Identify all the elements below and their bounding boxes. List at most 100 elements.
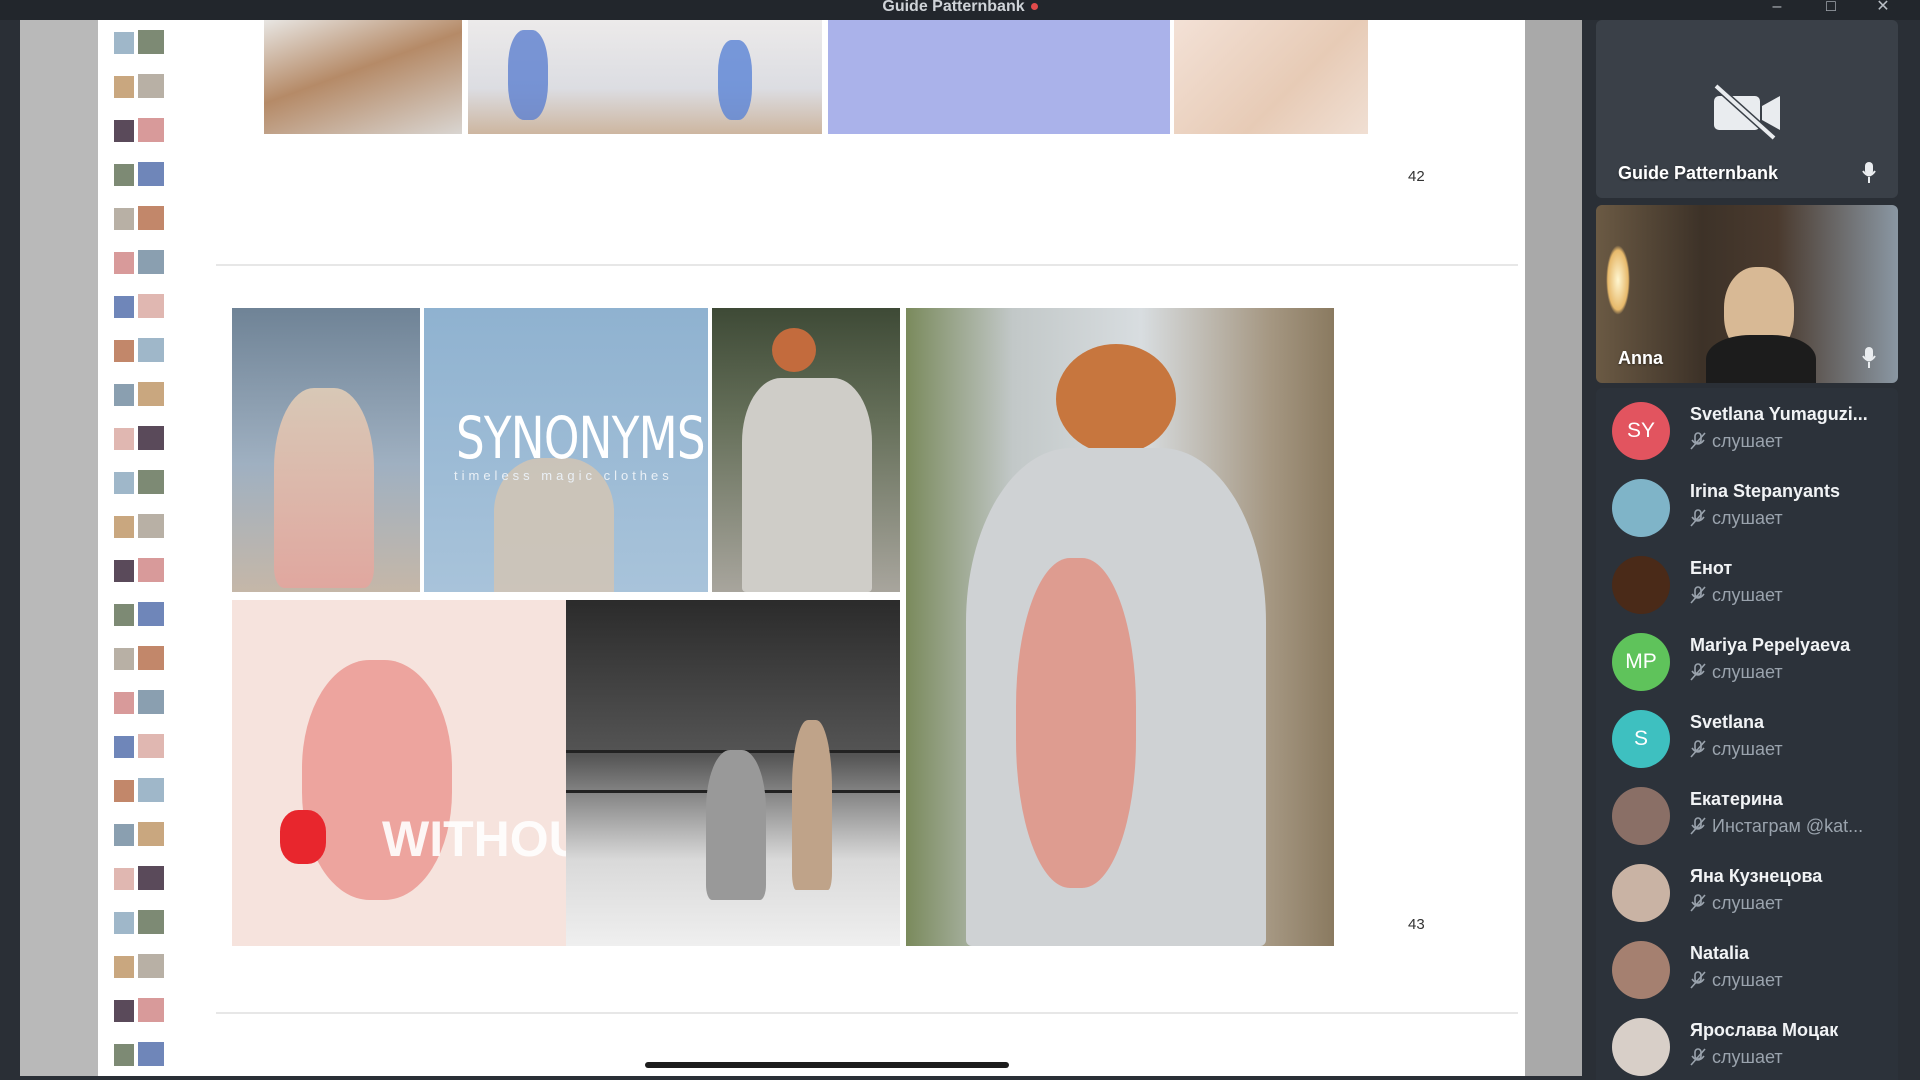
page-thumbnail[interactable]	[108, 996, 170, 1024]
page-thumbnail[interactable]	[108, 292, 170, 320]
thumbnail-preview	[138, 206, 164, 230]
avatar: MP	[1612, 633, 1670, 691]
microphone-muted-icon	[1690, 431, 1712, 451]
microphone-muted-icon	[1690, 508, 1712, 528]
video-tile-anna[interactable]: Anna	[1596, 205, 1898, 383]
page-thumbnail[interactable]	[108, 644, 170, 672]
thumbnail-preview	[138, 558, 164, 582]
thumbnail-preview	[114, 208, 134, 230]
thumbnail-preview	[114, 912, 134, 934]
document-view[interactable]: 42 SYNONYMS timeless magic clothes WITHO…	[190, 20, 1525, 1076]
page-thumbnail[interactable]	[108, 468, 170, 496]
page-thumbnail[interactable]	[108, 28, 170, 56]
page-thumbnail[interactable]	[108, 380, 170, 408]
page-thumbnail[interactable]	[108, 776, 170, 804]
page-thumbnail[interactable]	[108, 600, 170, 628]
page-thumbnail[interactable]	[108, 72, 170, 100]
thumbnail-preview	[114, 560, 134, 582]
thumbnail-preview	[138, 74, 164, 98]
participant-status: слушает	[1690, 508, 1890, 529]
page-thumbnail[interactable]	[108, 512, 170, 540]
thumbnail-preview	[114, 428, 134, 450]
page-thumbnail[interactable]	[108, 424, 170, 452]
page-thumbnail[interactable]	[108, 864, 170, 892]
participant-video-body	[1706, 335, 1816, 383]
thumbnail-preview	[138, 734, 164, 758]
participant-status-text: слушает	[1712, 508, 1783, 528]
synonyms-tagline: timeless magic clothes	[454, 468, 673, 483]
participant-row[interactable]: Ярослава Моцак слушает	[1596, 1004, 1898, 1080]
thumbnail-preview	[114, 76, 134, 98]
page-thumbnail[interactable]	[108, 1040, 170, 1068]
thumbnail-preview	[114, 692, 134, 714]
video-tile-name: Guide Patternbank	[1618, 163, 1779, 183]
avatar	[1612, 1018, 1670, 1076]
participant-row[interactable]: MP Mariya Pepelyaeva слушает	[1596, 619, 1898, 696]
window-title: Guide Patternbank	[882, 0, 1025, 15]
avatar	[1612, 787, 1670, 845]
microphone-icon	[1862, 347, 1876, 369]
avatar: SY	[1612, 402, 1670, 460]
thumbnail-preview	[114, 1000, 134, 1022]
collage-illustration-kangaroo: WITHOUT	[232, 600, 615, 946]
participant-row[interactable]: SY Svetlana Yumaguzi... слушает	[1596, 388, 1898, 465]
participant-row[interactable]: Natalia слушает	[1596, 927, 1898, 1004]
participant-name: Енот	[1690, 558, 1733, 578]
page-thumbnail[interactable]	[108, 160, 170, 188]
thumbnail-preview	[138, 30, 164, 54]
minimize-icon[interactable]: –	[1762, 0, 1792, 18]
thumbnail-preview	[138, 338, 164, 362]
thumbnail-preview	[114, 1044, 134, 1066]
participant-row[interactable]: Яна Кузнецова слушает	[1596, 850, 1898, 927]
thumbnail-preview	[138, 602, 164, 626]
microphone-muted-icon	[1690, 662, 1712, 682]
page-thumbnail[interactable]	[108, 336, 170, 364]
thumbnail-preview	[138, 998, 164, 1022]
thumbnail-preview	[138, 646, 164, 670]
synonyms-logo-text: SYNONYMS	[456, 404, 706, 472]
page-thumbnail[interactable]	[108, 248, 170, 276]
participant-status: слушает	[1690, 893, 1890, 914]
document-margin	[1525, 20, 1582, 1076]
participant-status: слушает	[1690, 1047, 1890, 1068]
page-thumbnail[interactable]	[108, 952, 170, 980]
close-icon[interactable]: ✕	[1868, 0, 1898, 18]
page-thumbnails-panel[interactable]	[98, 20, 190, 1076]
participant-status: слушает	[1690, 970, 1890, 991]
participant-status: слушает	[1690, 585, 1890, 606]
microphone-muted-icon	[1690, 893, 1712, 913]
collage-photo-model-large	[906, 308, 1334, 946]
participant-row[interactable]: Екатерина Инстаграм @kat...	[1596, 773, 1898, 850]
maximize-icon[interactable]: □	[1816, 0, 1846, 18]
microphone-muted-icon	[1690, 816, 1712, 836]
page-thumbnail[interactable]	[108, 908, 170, 936]
horizontal-scrollbar[interactable]	[645, 1062, 1009, 1068]
participant-row[interactable]: S Svetlana слушает	[1596, 696, 1898, 773]
page-thumbnail[interactable]	[108, 688, 170, 716]
thumbnail-preview	[138, 382, 164, 406]
avatar	[1612, 556, 1670, 614]
participant-row[interactable]: Irina Stepanyants слушает	[1596, 465, 1898, 542]
page-divider	[216, 264, 1518, 266]
window-title-wrap: Guide Patternbank	[0, 0, 1920, 15]
page-thumbnail[interactable]	[108, 732, 170, 760]
microphone-muted-icon	[1690, 585, 1712, 605]
thumbnail-preview	[138, 1042, 164, 1066]
page-thumbnail[interactable]	[108, 116, 170, 144]
collage-photo-model-sky	[232, 308, 420, 592]
lamp-glow	[1606, 245, 1630, 315]
page-thumbnail[interactable]	[108, 820, 170, 848]
participant-status-text: слушает	[1712, 1047, 1783, 1067]
thumbnail-preview	[138, 954, 164, 978]
avatar	[1612, 479, 1670, 537]
thumbnail-preview	[138, 470, 164, 494]
participants-list[interactable]: SY Svetlana Yumaguzi... слушает Irina Stepa…	[1596, 388, 1898, 1080]
participant-status: слушает	[1690, 739, 1890, 760]
thumbnail-preview	[114, 120, 134, 142]
video-tile-name-anna: Anna	[1618, 348, 1663, 368]
video-tile-host[interactable]: Guide Patternbank	[1596, 20, 1898, 198]
participant-row[interactable]: Енот слушает	[1596, 542, 1898, 619]
slide-42-photo-1	[264, 20, 462, 134]
page-thumbnail[interactable]	[108, 556, 170, 584]
page-thumbnail[interactable]	[108, 204, 170, 232]
